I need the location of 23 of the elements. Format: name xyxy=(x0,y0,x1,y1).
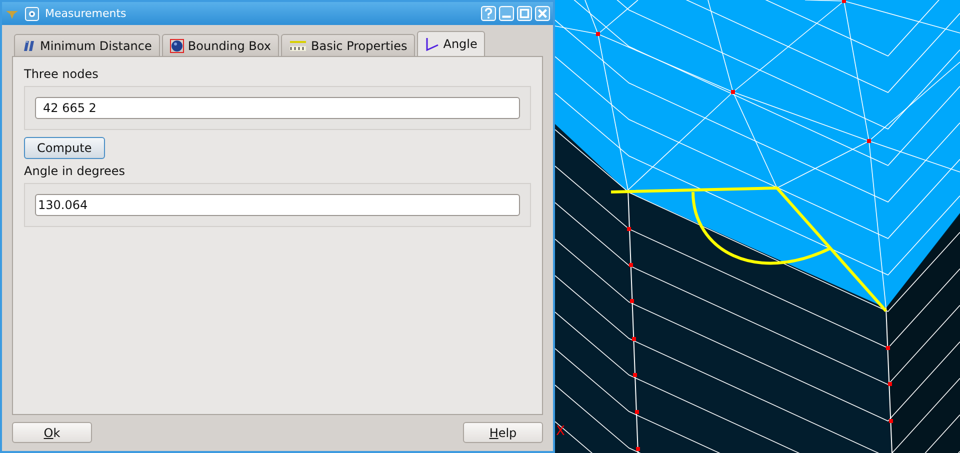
field-label: Three nodes xyxy=(24,67,98,81)
tab[interactable]: Angle xyxy=(417,31,486,56)
minimize-icon[interactable] xyxy=(499,6,514,21)
help-icon[interactable] xyxy=(481,6,496,21)
ok-button[interactable]: Ok xyxy=(12,422,92,443)
tab[interactable]: Basic Properties xyxy=(281,34,416,56)
tab[interactable]: Bounding Box xyxy=(162,34,279,56)
app-icon xyxy=(25,6,39,20)
window-title: Measurements xyxy=(45,7,126,20)
maximize-icon[interactable] xyxy=(517,6,532,21)
3d-viewport[interactable]: X xyxy=(555,0,960,453)
field-label: Angle in degrees xyxy=(24,164,126,178)
sphere-in-box-icon xyxy=(170,38,184,52)
angle-result-field[interactable]: 130.064 xyxy=(35,194,520,216)
compute-button[interactable]: Compute xyxy=(24,137,105,159)
angle-icon xyxy=(425,37,440,51)
calipers-icon xyxy=(22,38,36,52)
tab[interactable]: Minimum Distance xyxy=(14,34,160,56)
close-icon[interactable] xyxy=(535,6,550,21)
nodes-input-field[interactable]: 42 665 2 xyxy=(35,97,520,119)
ruler-icon xyxy=(289,38,307,52)
axis-label: X xyxy=(556,424,565,439)
help-button[interactable]: Help xyxy=(463,422,543,443)
